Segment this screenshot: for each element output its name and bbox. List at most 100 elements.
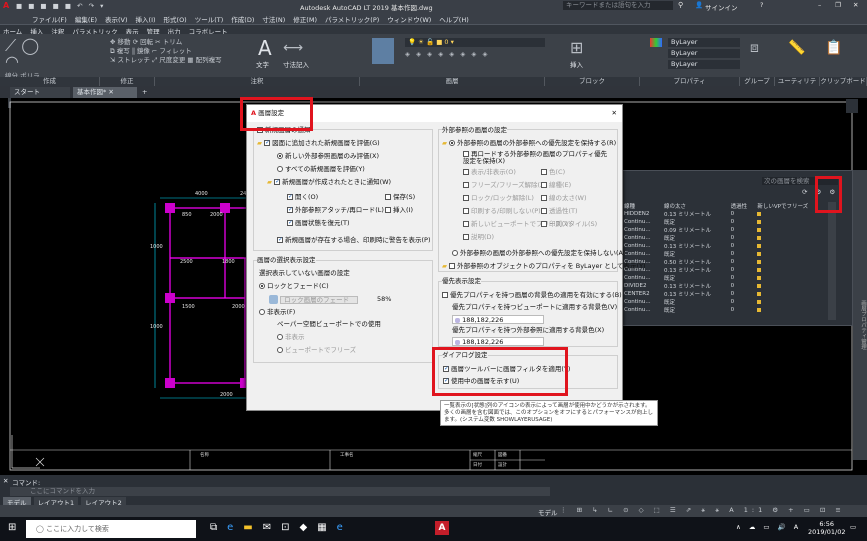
- menu-item[interactable]: 作成(D): [231, 14, 254, 24]
- vp-freeze-icon[interactable]: [757, 259, 762, 264]
- menu-item[interactable]: 形式(O): [164, 14, 187, 24]
- close-tab-icon[interactable]: ✕: [108, 88, 113, 96]
- xref-override-checkbox[interactable]: 印刷する/印刷しない(P): [463, 207, 541, 216]
- vp-freeze-cell[interactable]: [755, 250, 827, 258]
- evaluate-new-layers-checkbox[interactable]: ▰ 図面に追加された新規画層を評価(G): [257, 138, 380, 148]
- vp-freeze-cell[interactable]: [755, 258, 827, 266]
- ribbon-group-label[interactable]: ユーティリティ: [775, 77, 820, 94]
- array-label[interactable]: 配列複写: [196, 56, 222, 64]
- vp-freeze-icon[interactable]: [757, 227, 762, 232]
- col-transparency[interactable]: 透過性: [729, 202, 756, 210]
- eval-all-radio[interactable]: すべての新規画層を評価(Y): [277, 165, 365, 174]
- keep-xref-overrides-radio[interactable]: ▰ 外部参照の画層の外部参照への優先設定を保持する(R): [442, 139, 616, 148]
- lock-fade-radio[interactable]: ロックとフェード(C): [259, 282, 329, 291]
- palette-side-title[interactable]: 画層プロパティ管理: [853, 170, 867, 460]
- xref-override-checkbox[interactable]: 色(C): [541, 168, 565, 177]
- taskbar-app-icons[interactable]: ⧉e▬✉⊡◆▦e: [210, 522, 353, 533]
- paste-icon[interactable]: 📋: [825, 40, 842, 56]
- vp-freeze-icon[interactable]: [757, 283, 762, 288]
- vp-freeze-icon[interactable]: [757, 291, 762, 296]
- menu-item[interactable]: 表示(V): [105, 14, 128, 24]
- search-input[interactable]: キーワードまたは語句を入力: [563, 1, 673, 10]
- layer-row[interactable]: Continu... 既定 0: [622, 298, 827, 306]
- taskbar-search-input[interactable]: ◯ ここに入力して検索: [26, 520, 196, 538]
- xref-override-checkbox[interactable]: フリーズ/フリーズ解除(Z): [463, 181, 547, 190]
- dimension-label[interactable]: 寸法記入: [283, 59, 309, 69]
- vp-freeze-icon[interactable]: [757, 267, 762, 272]
- menu-item[interactable]: パラメトリック(P): [325, 14, 379, 24]
- modify-tools[interactable]: ✥ 移動 ⟳ 回転 ✂ トリム ⧉ 複写 ⫼ 鏡像 ⌐ フィレット ⇲ ストレッ…: [110, 38, 230, 65]
- dimension-tool-icon[interactable]: ⟷: [283, 40, 303, 56]
- layer-scrollbar[interactable]: [828, 202, 836, 320]
- scale-label[interactable]: 尺度変更: [159, 56, 185, 64]
- autocad-logo-icon[interactable]: A: [3, 1, 9, 10]
- clock[interactable]: 6:56 2019/01/02: [808, 520, 845, 536]
- col-lineweight[interactable]: 線の太さ: [662, 202, 729, 210]
- menu-item[interactable]: 編集(E): [75, 14, 97, 24]
- notify-new-layers-checkbox[interactable]: ▰ 新規画層が作成されたときに通知(W): [267, 177, 391, 187]
- help-icon[interactable]: ?: [760, 1, 763, 9]
- plot-warning-checkbox[interactable]: 新規画層が存在する場合、印刷時に警告を表示(P): [277, 235, 431, 245]
- stretch-label[interactable]: ストレッチ: [118, 56, 151, 64]
- vp-freeze-cell[interactable]: [755, 226, 827, 234]
- ribbon-group-label[interactable]: 作成: [0, 77, 100, 86]
- ribbon-group-label[interactable]: ブロック: [545, 77, 640, 86]
- layer-row[interactable]: Continu... 既定 0: [622, 218, 827, 226]
- xref-override-checkbox[interactable]: 線の太さ(W): [541, 194, 587, 203]
- new-tab-icon[interactable]: +: [142, 87, 147, 98]
- xref-override-checkbox[interactable]: ロック/ロック解除(L): [463, 194, 534, 203]
- xref-override-checkbox[interactable]: 線種(E): [541, 181, 571, 190]
- layer-row[interactable]: Continu... 0.13 ミリメートル 0: [622, 242, 827, 250]
- menu-item[interactable]: ウィンドウ(W): [387, 14, 431, 24]
- vp-freeze-icon[interactable]: [757, 251, 762, 256]
- color-dropdown[interactable]: ByLayer: [668, 38, 740, 47]
- command-history-close-icon[interactable]: ✕: [3, 477, 8, 485]
- fillet-label[interactable]: フィレット: [159, 47, 191, 55]
- layer-properties-button[interactable]: [372, 38, 394, 64]
- vp-freeze-cell[interactable]: [755, 306, 827, 314]
- xref-bylayer-checkbox[interactable]: ▰ 外部参照のオブジェクトのプロパティを ByLayer として表示(Y): [442, 262, 646, 271]
- vp-freeze-icon[interactable]: [757, 219, 762, 224]
- layer-row[interactable]: CENTER2 0.13 ミリメートル 0: [622, 290, 827, 298]
- command-input[interactable]: ここにコマンドを入力: [10, 487, 550, 496]
- notify-open-checkbox[interactable]: 開く(O): [287, 192, 318, 202]
- vp-freeze-cell[interactable]: [755, 298, 827, 306]
- user-icon[interactable]: 👤: [695, 1, 703, 9]
- model-space-label[interactable]: モデル: [538, 507, 558, 517]
- system-tray-icons[interactable]: ∧ ☁ ▭ 🔊 A: [736, 523, 801, 531]
- notify-save-checkbox[interactable]: 保存(S): [385, 193, 415, 202]
- vp-off-radio[interactable]: 非表示: [277, 333, 305, 342]
- no-keep-xref-radio[interactable]: 外部参照の画層の外部参照への優先設定を保持しない(A): [452, 249, 626, 258]
- layer-row[interactable]: Continu... 0.09 ミリメートル 0: [622, 226, 827, 234]
- insert-block-icon[interactable]: ⊞: [570, 38, 583, 57]
- maximize-button[interactable]: ❐: [835, 1, 841, 9]
- linetype-dropdown[interactable]: ByLayer: [668, 49, 740, 58]
- minimize-button[interactable]: –: [818, 1, 821, 9]
- ribbon-group-label[interactable]: グループ: [740, 77, 775, 86]
- layer-row[interactable]: Continu... 0.13 ミリメートル 0: [622, 266, 827, 274]
- notify-restore-checkbox[interactable]: 画層状態を復元(T): [287, 218, 350, 228]
- vp-freeze-icon[interactable]: [757, 299, 762, 304]
- layer-row[interactable]: Continu... 既定 0: [622, 274, 827, 282]
- layer-row[interactable]: Continu... 既定 0: [622, 306, 827, 314]
- reload-keep-checkbox[interactable]: 再ロードする外部参照の画層のプロパティ優先設定を保持(X): [463, 151, 613, 165]
- ribbon-group-label[interactable]: 注釈: [155, 77, 360, 86]
- copy-label[interactable]: 複写: [117, 47, 130, 55]
- xref-override-checkbox[interactable]: 印刷スタイル(S): [541, 220, 597, 229]
- vp-freeze-cell[interactable]: [755, 274, 827, 282]
- ribbon-group-label[interactable]: 修正: [100, 77, 155, 86]
- ribbon-group-label[interactable]: プロパティ: [640, 77, 740, 86]
- vp-freeze-icon[interactable]: [757, 211, 762, 216]
- search-icon[interactable]: ⚲: [678, 1, 683, 9]
- xref-override-checkbox[interactable]: 説明(D): [463, 233, 494, 242]
- layer-row[interactable]: Continu... 既定 0: [622, 234, 827, 242]
- layer-row[interactable]: HIDDEN2 0.13 ミリメートル 0: [622, 210, 827, 218]
- text-label[interactable]: 文字: [256, 59, 269, 69]
- col-linetype[interactable]: 線種: [622, 202, 662, 210]
- layer-dropdown[interactable]: 💡 ☀ 🔓 ■ 0 ▾: [405, 38, 545, 47]
- quick-access-toolbar[interactable]: ■ ■ ■ ■ ■ ↶ ↷ ▾: [16, 2, 105, 10]
- signin-link[interactable]: サインイン: [705, 2, 738, 12]
- vp-freeze-cell[interactable]: [755, 282, 827, 290]
- insert-label[interactable]: 挿入: [570, 59, 583, 69]
- vp-freeze-icon[interactable]: [757, 307, 762, 312]
